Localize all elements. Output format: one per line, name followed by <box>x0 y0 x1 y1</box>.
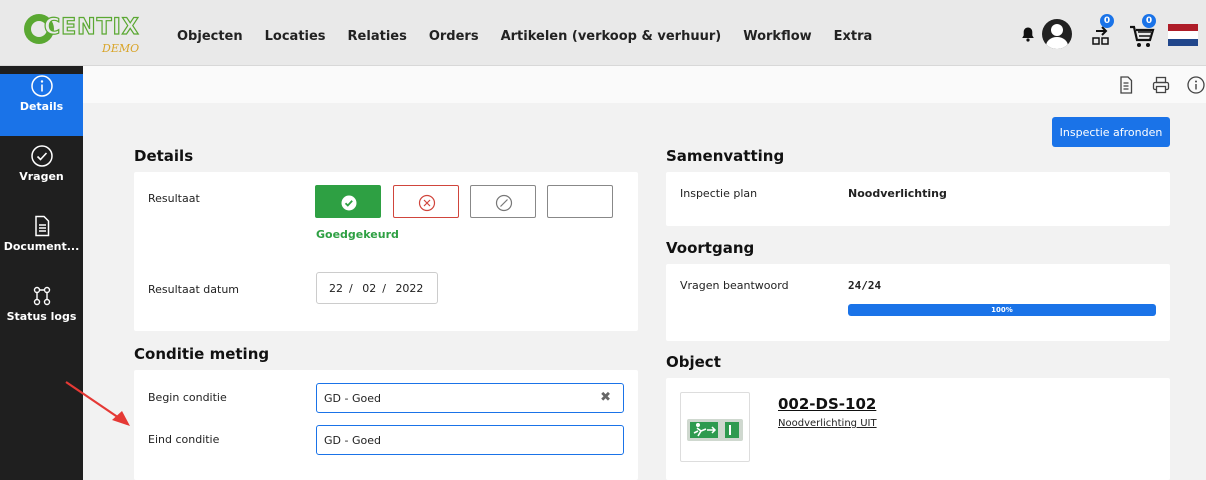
result-date-input[interactable]: 22/ 02/ 2022 <box>316 272 438 304</box>
sidebar-item-status-logs[interactable]: Status logs <box>0 284 83 346</box>
result-label: Resultaat <box>148 192 200 205</box>
main-nav: Objecten Locaties Relaties Orders Artike… <box>177 29 894 44</box>
object-code-link[interactable]: 002-DS-102 <box>778 395 876 413</box>
slash-circle-icon <box>495 194 513 212</box>
finish-inspection-button[interactable]: Inspectie afronden <box>1052 117 1170 147</box>
nav-locaties[interactable]: Locaties <box>265 29 326 44</box>
sidebar-item-label: Details <box>19 100 64 113</box>
result-empty-button[interactable] <box>547 185 613 218</box>
details-title: Details <box>134 147 194 165</box>
sidebar-item-vragen[interactable]: Vragen <box>0 144 83 206</box>
end-condition-label: Eind conditie <box>148 433 220 446</box>
nav-relaties[interactable]: Relaties <box>348 29 407 44</box>
progress-card <box>666 264 1170 341</box>
progress-fill: 100% <box>848 304 1156 316</box>
sidebar-item-documenten[interactable]: Document... <box>0 214 83 276</box>
condition-title: Conditie meting <box>134 345 270 363</box>
centix-logo[interactable]: CENTIX DEMO <box>24 12 144 56</box>
result-rejected-button[interactable] <box>393 185 459 218</box>
begin-condition-label: Begin conditie <box>148 391 227 404</box>
nav-objecten[interactable]: Objecten <box>177 29 243 44</box>
result-status-text: Goedgekeurd <box>316 228 399 241</box>
info-icon <box>30 75 53 97</box>
object-name-link[interactable]: Noodverlichting UIT <box>778 418 877 429</box>
document-icon <box>34 215 49 237</box>
info-icon[interactable] <box>1186 75 1206 95</box>
answered-value: 24/24 <box>848 279 882 292</box>
user-avatar-icon[interactable] <box>1042 19 1072 49</box>
status-logs-icon <box>33 286 50 306</box>
progress-title: Voortgang <box>666 239 755 257</box>
action-strip <box>83 66 1206 103</box>
top-icons: 0 0 <box>1006 14 1206 54</box>
sidebar-item-label: Vragen <box>19 170 64 183</box>
inspection-plan-value: Noodverlichting <box>848 187 947 200</box>
transfer-badge: 0 <box>1100 14 1114 28</box>
file-icon[interactable] <box>1116 75 1136 95</box>
sidebar-item-label: Document... <box>3 240 80 253</box>
sidebar-item-details[interactable]: Details <box>0 74 83 136</box>
inspection-plan-label: Inspectie plan <box>680 187 758 200</box>
result-date-label: Resultaat datum <box>148 283 240 296</box>
begin-condition-select[interactable]: GD - Goed ✖ <box>316 383 624 413</box>
nav-orders[interactable]: Orders <box>429 29 479 44</box>
end-condition-value: GD - Goed <box>324 434 381 447</box>
cart-badge: 0 <box>1142 14 1156 28</box>
check-circle-icon <box>30 145 53 167</box>
begin-condition-value: GD - Goed <box>324 392 381 405</box>
top-navbar: CENTIX DEMO Objecten Locaties Relaties O… <box>0 0 1206 66</box>
result-not-applicable-button[interactable] <box>470 185 536 218</box>
end-condition-select[interactable]: GD - Goed <box>316 425 624 455</box>
dutch-flag-icon[interactable] <box>1168 24 1198 46</box>
annotation-arrow <box>65 381 130 426</box>
clear-icon[interactable]: ✖ <box>600 390 611 405</box>
x-circle-icon <box>418 194 436 212</box>
result-approved-button[interactable] <box>315 185 381 218</box>
answered-label: Vragen beantwoord <box>680 279 789 292</box>
sidebar-item-label: Status logs <box>6 310 77 323</box>
date-month: 02 <box>362 282 377 295</box>
nav-workflow[interactable]: Workflow <box>743 29 811 44</box>
summary-title: Samenvatting <box>666 147 785 165</box>
emergency-exit-sign-icon <box>687 419 743 441</box>
date-year: 2022 <box>395 282 424 295</box>
date-day: 22 <box>329 282 343 295</box>
object-title: Object <box>666 353 721 371</box>
progress-bar: 100% <box>848 304 1156 316</box>
check-circle-icon <box>341 195 357 211</box>
nav-artikelen[interactable]: Artikelen (verkoop & verhuur) <box>501 29 722 44</box>
object-thumbnail[interactable] <box>680 392 750 462</box>
bell-icon[interactable] <box>1020 26 1036 42</box>
print-icon[interactable] <box>1151 75 1171 95</box>
nav-extra[interactable]: Extra <box>834 29 873 44</box>
